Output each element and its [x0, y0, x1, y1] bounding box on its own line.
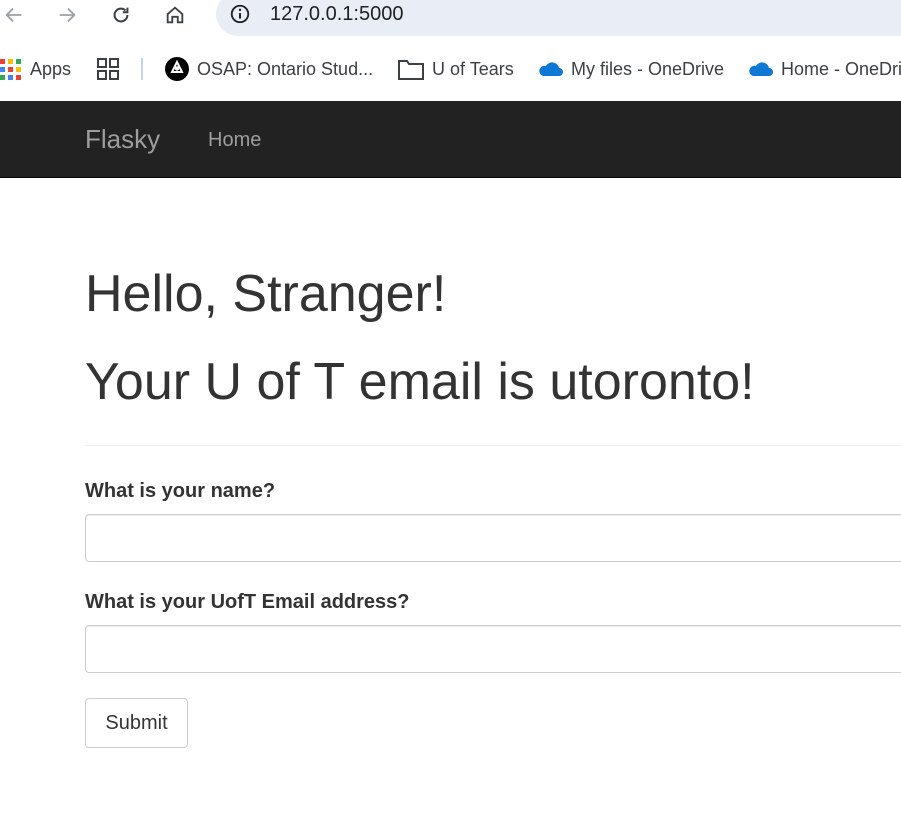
reload-button[interactable]: [108, 2, 134, 28]
name-field-label: What is your name?: [85, 480, 276, 502]
url-text[interactable]: 127.0.0.1:5000: [270, 3, 403, 26]
nav-link-home[interactable]: Home: [208, 129, 261, 152]
bookmark-u-of-tears[interactable]: U of Tears: [398, 56, 514, 82]
bookmark-label: My files - OneDrive: [571, 58, 725, 79]
home-icon: [166, 6, 184, 24]
bookmarks-bar: Apps OSAP: Ontario Stud... U of Tears My…: [0, 44, 901, 100]
onedrive-cloud-icon: [537, 60, 563, 78]
greeting-heading: Hello, Stranger!: [85, 265, 447, 323]
info-icon: [230, 4, 250, 24]
site-info-button[interactable]: [228, 2, 252, 26]
email-message-heading: Your U of T email is utoronto!: [85, 353, 755, 411]
email-input[interactable]: [85, 625, 901, 673]
tab-groups-icon: [97, 58, 119, 80]
bookmark-label: OSAP: Ontario Stud...: [197, 58, 374, 79]
folder-icon: [398, 58, 424, 80]
bookmark-label: U of Tears: [432, 58, 514, 79]
bookmark-osap[interactable]: OSAP: Ontario Stud...: [165, 56, 373, 82]
bookmark-home-onedrive[interactable]: Home - OneDri: [747, 56, 901, 82]
bookmark-my-files-onedrive[interactable]: My files - OneDrive: [537, 56, 724, 82]
divider: [85, 445, 901, 446]
reload-icon: [113, 7, 129, 23]
bookmarks-separator: [141, 58, 143, 80]
email-field-label: What is your UofT Email address?: [85, 591, 410, 613]
apps-grid-icon: [0, 58, 22, 80]
back-arrow-icon: [5, 7, 22, 23]
back-button[interactable]: [1, 2, 27, 28]
bookmark-apps[interactable]: Apps: [0, 56, 71, 82]
forward-button[interactable]: [54, 2, 80, 28]
bookmark-label: Apps: [30, 58, 72, 79]
navbar-brand[interactable]: Flasky: [85, 124, 160, 155]
browser-toolbar: 127.0.0.1:5000: [0, 0, 901, 44]
submit-button[interactable]: Submit: [85, 698, 188, 748]
name-input[interactable]: [85, 514, 901, 562]
bookmark-tab-groups[interactable]: [97, 56, 127, 82]
ontario-trillium-icon: [165, 57, 189, 81]
home-button[interactable]: [162, 2, 188, 28]
onedrive-cloud-icon: [747, 60, 773, 78]
forward-arrow-icon: [59, 7, 76, 23]
bookmark-label: Home - OneDri: [781, 58, 901, 79]
site-navbar: Flasky Home: [0, 101, 901, 178]
